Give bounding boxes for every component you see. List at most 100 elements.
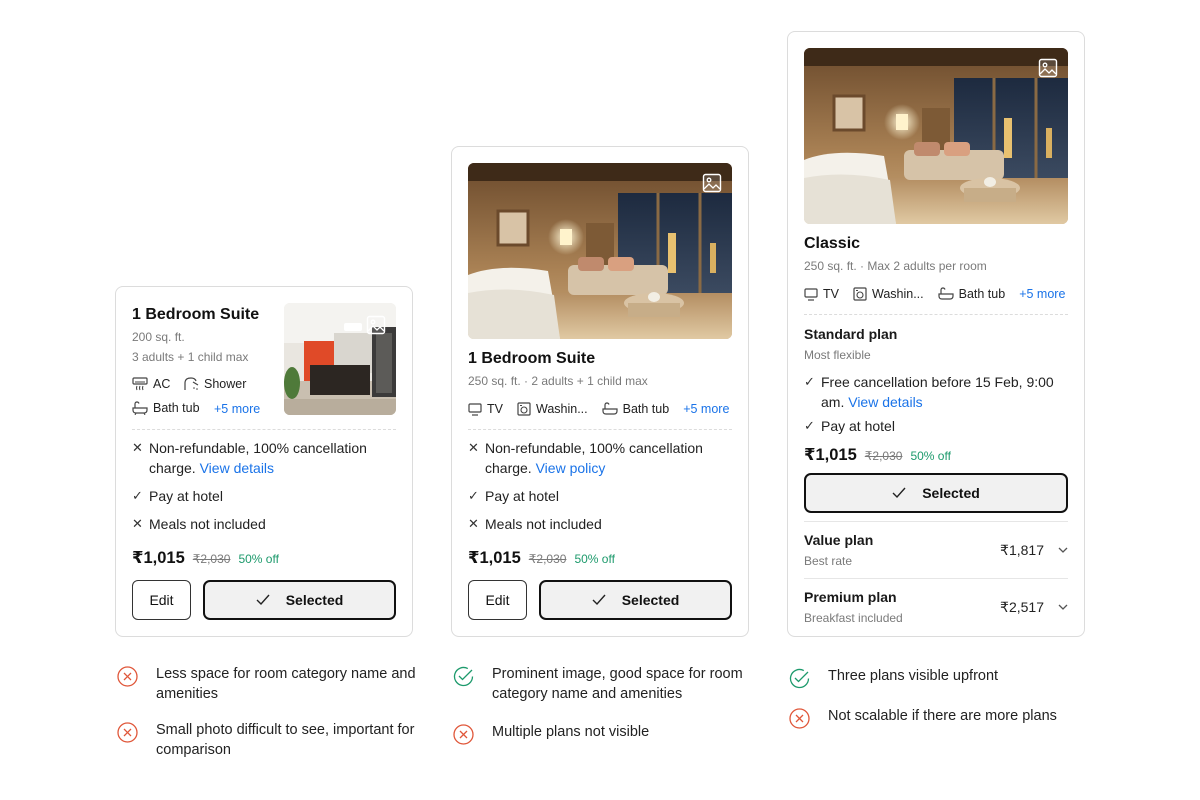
cross-icon: ✕ <box>468 516 479 531</box>
con-note: Not scalable if there are more plans <box>789 706 1089 729</box>
premium-plan-row[interactable]: Premium plan Breakfast included ₹2,517 <box>804 588 1068 626</box>
check-icon: ✓ <box>468 488 479 503</box>
washing-machine-icon <box>853 287 867 301</box>
edit-button[interactable]: Edit <box>468 580 527 620</box>
cross-circle-icon <box>453 724 474 745</box>
plan-price: ₹1,817 <box>1000 541 1044 558</box>
pay-line: ✓ Pay at hotel <box>804 416 895 436</box>
washing-machine-icon <box>517 402 531 416</box>
divider <box>132 429 396 430</box>
con-note: Small photo difficult to see, important … <box>117 720 417 760</box>
discount-label: 50% off <box>238 552 279 566</box>
selected-label: Selected <box>285 592 344 608</box>
plan-subtitle: Best rate <box>804 554 853 568</box>
gallery-icon[interactable] <box>366 315 386 335</box>
amenity-tv: TV <box>468 402 503 416</box>
divider <box>804 314 1068 315</box>
cross-icon: ✕ <box>132 440 143 455</box>
original-price: ₹2,030 <box>192 552 231 566</box>
plan-price: ₹2,517 <box>1000 598 1044 615</box>
selected-button[interactable]: Selected <box>804 473 1068 513</box>
bathtub-icon <box>938 287 954 300</box>
amenity-washing: Washin... <box>853 287 924 301</box>
standard-plan-name: Standard plan <box>804 326 898 342</box>
room-photo[interactable] <box>468 163 732 339</box>
view-policy-link[interactable]: View policy <box>536 460 606 476</box>
standard-plan-subtitle: Most flexible <box>804 348 871 362</box>
view-details-link[interactable]: View details <box>848 394 922 410</box>
meals-line: ✕ Meals not included <box>468 514 602 534</box>
room-title: 1 Bedroom Suite <box>132 306 260 323</box>
check-icon: ✓ <box>132 488 143 503</box>
room-title: 1 Bedroom Suite <box>468 350 596 367</box>
note-text: Not scalable if there are more plans <box>828 708 1057 724</box>
original-price: ₹2,030 <box>864 449 903 463</box>
room-size: 200 sq. ft. <box>132 330 185 344</box>
bathtub-icon <box>132 401 148 415</box>
plan-name: Premium plan <box>804 589 897 605</box>
edit-button[interactable]: Edit <box>132 580 191 620</box>
divider <box>804 578 1068 579</box>
meals-line: ✕ Meals not included <box>132 514 266 534</box>
check-icon: ✓ <box>804 418 815 433</box>
policy-line: ✕ Non-refundable, 100% cancellation char… <box>468 438 730 478</box>
plan-name: Value plan <box>804 532 874 548</box>
cross-icon: ✕ <box>468 440 479 455</box>
pay-line: ✓ Pay at hotel <box>468 486 559 506</box>
cross-circle-icon <box>117 722 138 743</box>
amenity-label: Bath tub <box>958 287 1006 301</box>
check-icon <box>256 594 270 606</box>
note-text: Less space for room category name and am… <box>156 666 416 702</box>
cancellation-line: ✓ Free cancellation before 15 Feb, 9:00 … <box>804 372 1070 412</box>
amenity-label: TV <box>487 402 503 416</box>
more-amenities-link[interactable]: +5 more <box>1019 287 1065 301</box>
pro-note: Prominent image, good space for room cat… <box>453 664 753 704</box>
note-text: Three plans visible upfront <box>828 668 999 684</box>
room-occupancy: 3 adults + 1 child max <box>132 350 249 364</box>
meals-text: Meals not included <box>149 516 266 532</box>
price: ₹1,015 <box>804 446 857 464</box>
amenity-label: AC <box>153 377 171 391</box>
room-card-multi-plan: Classic 250 sq. ft. · Max 2 adults per r… <box>787 31 1085 637</box>
view-details-link[interactable]: View details <box>200 460 274 476</box>
value-plan-row[interactable]: Value plan Best rate ₹1,817 <box>804 531 1068 569</box>
check-circle-icon <box>789 668 810 689</box>
cross-circle-icon <box>117 666 138 687</box>
amenity-bathtub: Bath tub <box>938 287 1006 301</box>
pay-text: Pay at hotel <box>485 488 559 504</box>
price: ₹1,015 <box>132 549 185 567</box>
selected-label: Selected <box>922 485 980 501</box>
selected-button[interactable]: Selected <box>539 580 732 620</box>
gallery-icon[interactable] <box>1038 58 1058 78</box>
price-row: ₹1,015 ₹2,030 50% off <box>804 445 951 465</box>
discount-label: 50% off <box>574 552 615 566</box>
plan-subtitle: Breakfast included <box>804 611 903 625</box>
amenity-tv: TV <box>804 287 839 301</box>
chevron-down-icon[interactable] <box>1058 604 1068 610</box>
cross-icon: ✕ <box>132 516 143 531</box>
price-row: ₹1,015 ₹2,030 50% off <box>132 548 279 568</box>
chevron-down-icon[interactable] <box>1058 547 1068 553</box>
con-note: Less space for room category name and am… <box>117 664 417 704</box>
check-icon: ✓ <box>804 374 815 389</box>
price-row: ₹1,015 ₹2,030 50% off <box>468 548 615 568</box>
amenity-shower: Shower <box>183 377 246 391</box>
more-amenities-link[interactable]: +5 more <box>214 402 260 416</box>
room-photo[interactable] <box>804 48 1068 224</box>
note-text: Prominent image, good space for room cat… <box>492 666 743 702</box>
tv-icon <box>468 402 482 416</box>
divider <box>468 429 732 430</box>
shower-icon <box>184 377 199 390</box>
amenity-label: Bath tub <box>622 402 670 416</box>
pay-text: Pay at hotel <box>149 488 223 504</box>
bathtub-icon <box>602 402 618 415</box>
selected-button[interactable]: Selected <box>203 580 396 620</box>
gallery-icon[interactable] <box>702 173 722 193</box>
pro-note: Three plans visible upfront <box>789 666 1089 689</box>
room-photo[interactable] <box>284 303 396 415</box>
more-amenities-link[interactable]: +5 more <box>683 402 729 416</box>
price: ₹1,015 <box>468 549 521 567</box>
room-details: 250 sq. ft. · Max 2 adults per room <box>804 259 987 273</box>
check-icon <box>892 487 906 499</box>
divider <box>804 521 1068 522</box>
